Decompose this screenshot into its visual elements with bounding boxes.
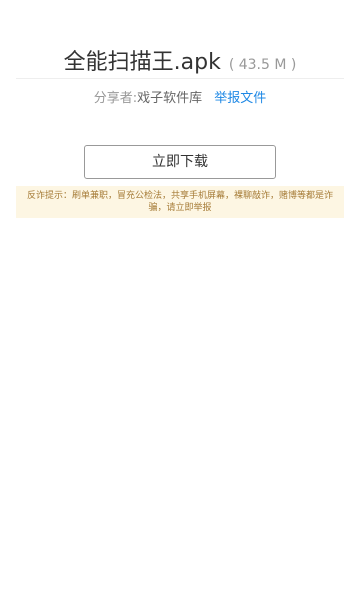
share-info: 分享者:戏子软件库 举报文件: [0, 87, 360, 106]
sharer-label: 分享者:: [93, 91, 138, 106]
title-divider: [16, 78, 344, 79]
sharer-name: 戏子软件库: [137, 91, 203, 106]
download-button[interactable]: 立即下载: [84, 145, 276, 179]
report-file-link[interactable]: 举报文件: [214, 91, 266, 106]
file-name: 全能扫描王.apk: [63, 50, 221, 75]
file-size: ( 43.5 M ): [228, 57, 297, 73]
anti-fraud-warning: 反诈提示：刷单兼职，冒充公检法，共享手机屏幕，裸聊敲诈，赌博等都是诈骗，请立即举…: [16, 186, 344, 218]
download-page: 全能扫描王.apk ( 43.5 M ) 分享者:戏子软件库 举报文件 立即下载 反…: [0, 0, 360, 600]
file-title-row: 全能扫描王.apk ( 43.5 M ): [0, 44, 360, 76]
